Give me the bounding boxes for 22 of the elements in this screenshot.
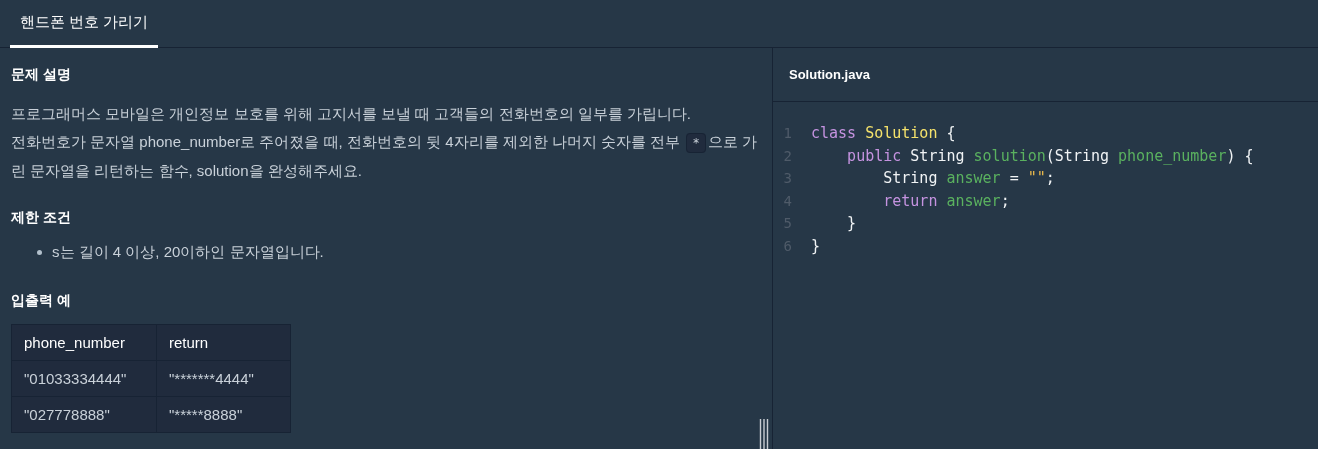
resize-handle-icon[interactable] xyxy=(759,419,769,449)
code-line: String answer = ""; xyxy=(882,169,1055,188)
code-line: return answer; xyxy=(882,191,1010,210)
section-heading: 제한 조건 xyxy=(11,209,72,227)
file-name: Solution.java xyxy=(789,67,870,82)
constraint-text: s는 길이 4 이상, 20이하인 문자열입니다. xyxy=(52,243,324,262)
table-cell: "*****8888" xyxy=(156,396,291,433)
bullet-icon xyxy=(37,250,42,255)
section-heading: 입출력 예 xyxy=(11,292,72,310)
problem-tab[interactable]: 핸드폰 번호 가리기 xyxy=(10,0,159,48)
section-heading: 문제 설명 xyxy=(11,66,72,84)
table-cell: "027778888" xyxy=(11,396,157,433)
description-paragraph: 전화번호가 문자열 phone_number로 주어졌을 때, 전화번호의 뒷 4자리를 제외한 나머지 숫자를 전부 * 으로 가린 문자열을 리턴하는 함수, solution을 완성해주세요. xyxy=(11,132,758,181)
code-line: class Solution { xyxy=(811,124,956,143)
column-header: phone_number xyxy=(11,324,157,361)
code-line: } xyxy=(811,236,821,255)
code-line: } xyxy=(846,214,857,233)
description-paragraph: 프로그래머스 모바일은 개인정보 보호를 위해 고지서를 보낼 때 고객들의 전화번호의 일부를 가립니다. xyxy=(11,104,692,124)
code-line: public String solution(String phone_number) { xyxy=(846,146,1254,165)
table-cell: "*******4444" xyxy=(156,360,291,397)
table-cell: "01033334444" xyxy=(11,360,157,397)
column-header: return xyxy=(156,324,291,361)
